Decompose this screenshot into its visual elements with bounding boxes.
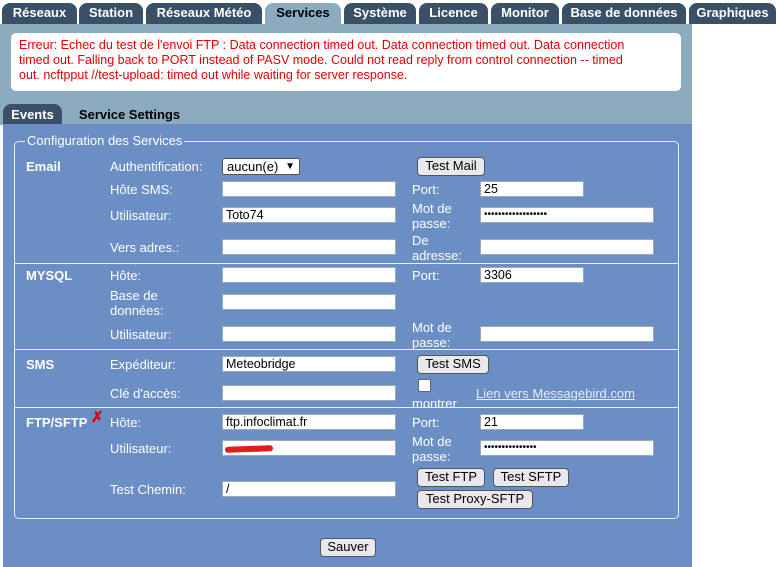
email-port-input[interactable]: 25 (480, 181, 584, 197)
ftp-pass-label-1: Mot de (412, 434, 452, 449)
mysql-host-input[interactable] (222, 267, 396, 283)
sms-key-label: Clé d'accès: (110, 386, 181, 401)
mysql-section-label: MYSQL (26, 268, 73, 283)
mysql-db-label-2: données: (110, 303, 164, 318)
email-port-label: Port: (412, 182, 440, 197)
tab-monitor[interactable]: Monitor (491, 3, 559, 24)
subtab-events[interactable]: Events (3, 104, 62, 125)
email-from-label-1: De (412, 233, 429, 248)
tab-graphiques[interactable]: Graphiques (689, 3, 776, 24)
messagebird-link[interactable]: Lien vers Messagebird.com (476, 386, 635, 401)
divider (15, 407, 678, 408)
email-host-label: Hôte SMS: (110, 182, 173, 197)
error-line-1: Erreur: Echec du test de l'envoi FTP : D… (19, 38, 625, 52)
ftp-password-input[interactable]: ••••••••••••••• (480, 440, 654, 456)
sms-sender-label: Expéditeur: (110, 357, 176, 372)
services-fieldset: Configuration des Services Email Authent… (14, 133, 679, 519)
save-button[interactable]: Sauver (320, 538, 376, 557)
show-key-checkbox[interactable] (418, 379, 431, 392)
subtab-service-settings[interactable]: Service Settings (67, 104, 192, 125)
email-from-label-2: adresse: (412, 248, 462, 263)
email-pass-label-2: passe: (412, 216, 451, 231)
error-x-icon: ✗ (91, 409, 104, 426)
services-panel: Erreur: Echec du test de l'envoi FTP : D… (0, 24, 692, 125)
show-key-label: montrer (412, 396, 457, 411)
tab-base-de-donnees[interactable]: Base de données (562, 3, 686, 24)
mysql-host-label: Hôte: (110, 268, 142, 283)
mysql-port-input[interactable]: 3306 (480, 267, 584, 283)
test-proxy-sftp-button[interactable]: Test Proxy-SFTP (417, 490, 533, 509)
mysql-db-input[interactable] (222, 294, 396, 310)
email-auth-value: aucun(e) (227, 159, 279, 174)
mysql-port-label: Port: (412, 268, 440, 283)
email-password-input[interactable]: •••••••••••••••••• (480, 207, 654, 223)
ftp-host-input[interactable]: ftp.infoclimat.fr (222, 414, 396, 430)
error-message: Erreur: Echec du test de l'envoi FTP : D… (11, 33, 681, 91)
email-auth-label: Authentification: (110, 159, 203, 174)
email-section-label: Email (26, 159, 61, 174)
test-mail-button[interactable]: Test Mail (417, 157, 485, 176)
email-pass-label-1: Mot de (412, 201, 452, 216)
test-sms-button[interactable]: Test SMS (417, 355, 489, 374)
ftp-port-label: Port: (412, 415, 440, 430)
email-from-input[interactable] (480, 239, 654, 255)
ftp-path-label: Test Chemin: (110, 482, 186, 497)
chevron-down-icon: ▼ (285, 161, 295, 172)
mysql-pass-label-2: passe: (412, 335, 451, 350)
divider (15, 263, 678, 264)
ftp-host-label: Hôte: (110, 415, 142, 430)
tab-services[interactable]: Services (265, 3, 341, 24)
mysql-user-label: Utilisateur: (110, 327, 172, 342)
ftp-port-input[interactable]: 21 (480, 414, 584, 430)
ftp-pass-label-2: passe: (412, 449, 451, 464)
mysql-user-input[interactable] (222, 326, 396, 342)
redaction-mark (224, 445, 274, 453)
mysql-password-input[interactable] (480, 326, 654, 342)
email-host-input[interactable] (222, 181, 396, 197)
sms-key-input[interactable] (222, 385, 396, 401)
email-to-input[interactable] (222, 239, 396, 255)
main-nav: Réseaux Station Réseaux Météo Services S… (0, 0, 776, 24)
email-auth-select[interactable]: aucun(e) ▼ (222, 158, 300, 175)
tab-reseaux[interactable]: Réseaux (2, 3, 77, 24)
fieldset-legend: Configuration des Services (25, 133, 185, 148)
email-user-input[interactable]: Toto74 (222, 207, 396, 223)
settings-area: Configuration des Services Email Authent… (3, 124, 692, 567)
test-ftp-button[interactable]: Test FTP (417, 468, 485, 487)
error-line-3: out. ncftpput //test-upload: timed out w… (19, 68, 408, 82)
ftp-path-input[interactable]: / (222, 481, 396, 497)
ftp-user-input[interactable] (222, 440, 396, 456)
email-user-label: Utilisateur: (110, 208, 172, 223)
tab-reseaux-meteo[interactable]: Réseaux Météo (146, 3, 262, 24)
sms-section-label: SMS (26, 357, 55, 372)
email-to-label: Vers adres.: (110, 240, 180, 255)
ftp-user-label: Utilisateur: (110, 441, 172, 456)
test-sftp-button[interactable]: Test SFTP (493, 468, 569, 487)
ftp-section-label: FTP/SFTP (26, 415, 88, 430)
divider (15, 349, 678, 350)
sms-sender-input[interactable]: Meteobridge (222, 356, 396, 372)
tab-station[interactable]: Station (79, 3, 143, 24)
tab-systeme[interactable]: Système (344, 3, 416, 24)
mysql-pass-label-1: Mot de (412, 320, 452, 335)
mysql-db-label-1: Base de (110, 288, 158, 303)
tab-licence[interactable]: Licence (419, 3, 488, 24)
error-line-2: timed out. Falling back to PORT instead … (19, 53, 623, 67)
